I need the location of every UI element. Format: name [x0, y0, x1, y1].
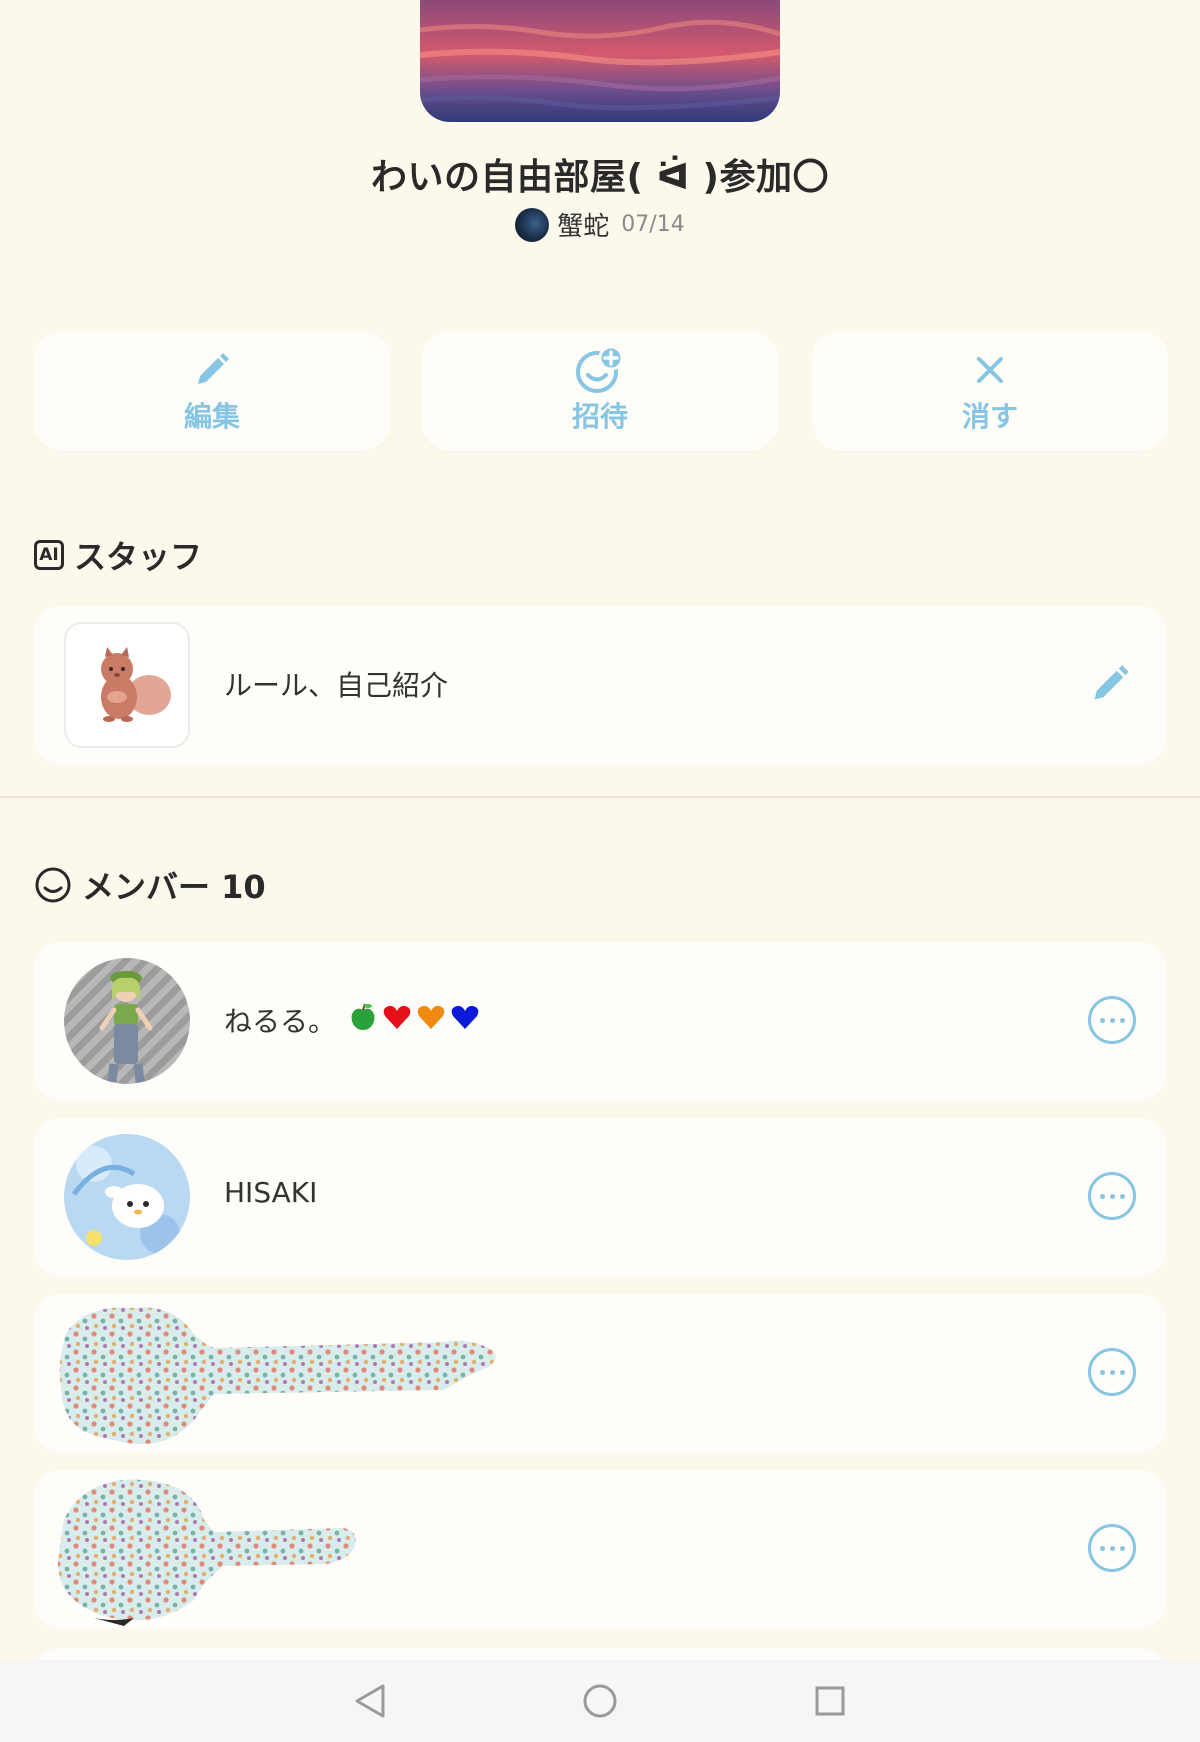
member-row[interactable] [34, 1294, 1166, 1452]
staff-item[interactable]: ルール、自己紹介 [34, 606, 1166, 764]
room-cover-image [420, 0, 780, 122]
blue-heart-icon [450, 1002, 480, 1039]
member-name: HISAKI [224, 1176, 318, 1209]
squirrel-illustration [64, 622, 190, 748]
staff-section-heading: AI スタッフ [34, 532, 202, 578]
staff-edit-pencil-icon[interactable] [1088, 662, 1132, 710]
back-triangle-icon[interactable] [350, 1681, 390, 1721]
recents-square-icon[interactable] [810, 1681, 850, 1721]
more-options-icon[interactable] [1088, 1172, 1136, 1220]
invite-face-plus-icon [575, 346, 625, 393]
staff-item-label: ルール、自己紹介 [224, 669, 449, 702]
orange-heart-icon [416, 1002, 446, 1039]
staff-heading-label: スタッフ [74, 538, 203, 576]
delete-label: 消す [961, 400, 1018, 433]
more-options-icon[interactable] [1088, 1524, 1136, 1572]
more-options-icon[interactable] [1088, 1348, 1136, 1396]
section-divider [0, 796, 1200, 798]
pencil-icon [192, 347, 232, 393]
member-name-emojis [348, 1002, 480, 1039]
close-icon [974, 347, 1006, 393]
owner-avatar[interactable] [515, 207, 550, 242]
redacted-avatar-and-name [59, 1307, 496, 1445]
owner-name[interactable]: 蟹蛇 [557, 206, 609, 243]
room-owner[interactable]: 蟹蛇 07/14 [0, 206, 1200, 243]
invite-button[interactable]: 招待 [422, 331, 778, 451]
edit-label: 編集 [183, 400, 240, 433]
room-title: わいの自由部屋( ᐛ )参加〇 [370, 157, 830, 198]
smile-icon [34, 866, 72, 904]
edit-button[interactable]: 編集 [34, 331, 390, 451]
members-heading-label: メンバー 10 [82, 868, 266, 906]
member-row[interactable]: ねるる。 [34, 942, 1166, 1100]
more-options-icon[interactable] [1088, 996, 1136, 1044]
member-row[interactable]: HISAKI [34, 1118, 1166, 1276]
delete-button[interactable]: 消す [812, 331, 1168, 451]
avatar[interactable] [64, 1134, 190, 1260]
member-row[interactable] [34, 1470, 1166, 1628]
member-name-text: ねるる。 [224, 1005, 337, 1038]
avatar[interactable] [64, 958, 190, 1084]
created-date: 07/14 [621, 212, 685, 237]
ai-badge-icon: AI [34, 540, 64, 570]
member-name: ねるる。 [224, 1000, 480, 1040]
members-section-heading: メンバー 10 [34, 862, 266, 908]
invite-label: 招待 [571, 400, 628, 433]
red-heart-icon [382, 1002, 412, 1039]
green-apple-icon [348, 1002, 378, 1039]
redacted-avatar-and-name [57, 1479, 356, 1626]
system-nav-bar [0, 1660, 1200, 1742]
home-circle-icon[interactable] [580, 1681, 620, 1721]
